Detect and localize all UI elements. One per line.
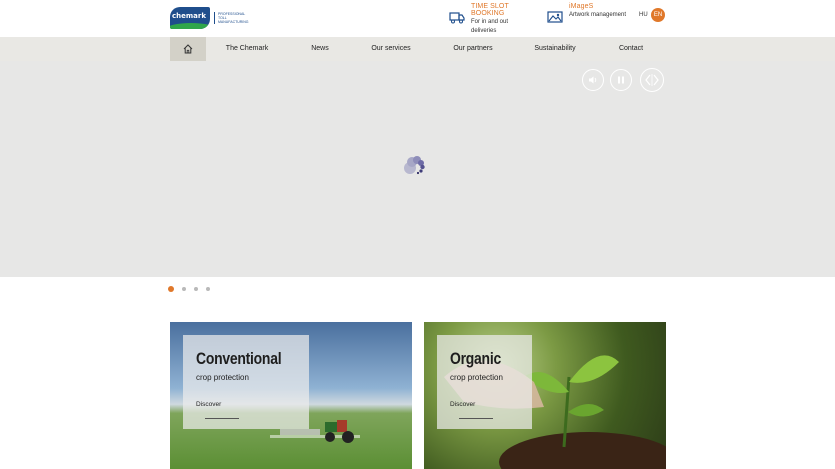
card-subtitle: crop protection bbox=[450, 373, 503, 382]
discover-underline bbox=[205, 418, 239, 419]
hero-video bbox=[0, 61, 835, 277]
card-title: Conventional bbox=[196, 349, 282, 368]
card-overlay: Conventional crop protection Discover bbox=[183, 335, 309, 429]
slider-dots bbox=[168, 286, 218, 292]
images-subtitle: Artwork management bbox=[569, 12, 627, 18]
logo-text: chemark bbox=[172, 12, 207, 20]
nav-item-news[interactable]: News bbox=[305, 37, 335, 61]
nav-item-contact[interactable]: Contact bbox=[614, 37, 648, 61]
slider-dot[interactable] bbox=[194, 287, 198, 291]
discover-link[interactable]: Discover bbox=[450, 401, 475, 408]
nav-item-our-services[interactable]: Our services bbox=[366, 37, 416, 61]
time-slot-title: TIME SLOT BOOKING bbox=[471, 3, 509, 17]
time-slot-subtitle: For in and out deliveries bbox=[471, 19, 509, 34]
nav-home[interactable] bbox=[170, 37, 206, 61]
sound-button[interactable] bbox=[582, 69, 604, 91]
prev-next-button[interactable] bbox=[640, 68, 664, 92]
sound-icon bbox=[589, 76, 597, 84]
slider-dot[interactable] bbox=[206, 287, 210, 291]
discover-underline bbox=[459, 418, 493, 419]
logo-tagline: PROFESSIONAL TOLL MANUFACTURING bbox=[214, 12, 249, 24]
card-subtitle: crop protection bbox=[196, 373, 249, 382]
loading-spinner-icon bbox=[404, 156, 425, 175]
prev-next-icon bbox=[645, 74, 659, 86]
card-title: Organic bbox=[450, 349, 501, 368]
logo-badge: chemark bbox=[170, 7, 210, 29]
card-overlay: Organic crop protection Discover bbox=[437, 335, 532, 429]
pause-icon bbox=[618, 76, 624, 84]
chemark-logo[interactable]: chemark PROFESSIONAL TOLL MANUFACTURING bbox=[170, 6, 249, 30]
time-slot-booking-link[interactable]: TIME SLOT BOOKING For in and out deliver… bbox=[449, 3, 529, 36]
site-header: chemark PROFESSIONAL TOLL MANUFACTURING … bbox=[0, 0, 835, 37]
nav-item-the-chemark[interactable]: The Chemark bbox=[222, 37, 272, 61]
slider-dot[interactable] bbox=[168, 286, 174, 292]
slider-dot[interactable] bbox=[182, 287, 186, 291]
nav-item-sustainability[interactable]: Sustainability bbox=[530, 37, 580, 61]
main-nav: The Chemark News Our services Our partne… bbox=[0, 37, 835, 61]
home-icon bbox=[183, 44, 193, 54]
images-title: iMageS bbox=[569, 3, 594, 10]
discover-link[interactable]: Discover bbox=[196, 401, 221, 408]
card-conventional[interactable]: Conventional crop protection Discover bbox=[170, 322, 412, 469]
language-en[interactable]: EN bbox=[651, 8, 665, 22]
images-link[interactable]: iMageS Artwork management bbox=[547, 3, 627, 24]
pause-button[interactable] bbox=[610, 69, 632, 91]
card-organic[interactable]: Organic crop protection Discover bbox=[424, 322, 666, 469]
language-hu[interactable]: HU bbox=[639, 12, 648, 18]
image-icon bbox=[547, 11, 563, 23]
truck-icon bbox=[449, 12, 465, 24]
nav-item-our-partners[interactable]: Our partners bbox=[448, 37, 498, 61]
